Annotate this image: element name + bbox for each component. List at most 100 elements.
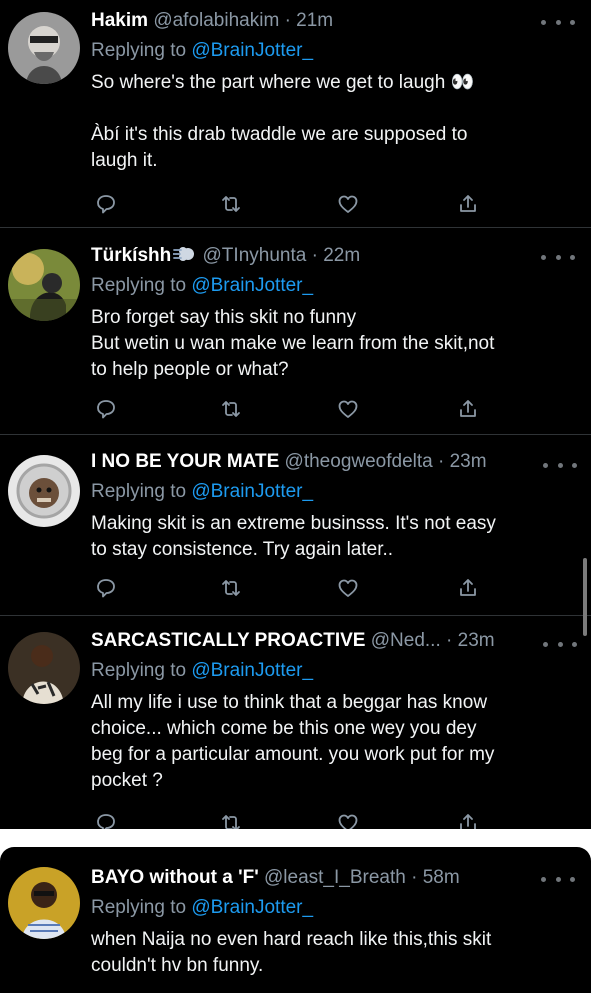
tweet-line: But wetin u wan make we learn from the s…: [91, 333, 495, 354]
replying-to: Replying to @BrainJotter_: [91, 477, 541, 507]
heart-icon[interactable]: [333, 189, 363, 219]
avatar[interactable]: [8, 12, 80, 84]
tweet-line: beg for a particular amount. you work pu…: [91, 744, 495, 765]
user-handle[interactable]: @TInyhunta: [203, 245, 307, 266]
timestamp[interactable]: 21m: [296, 10, 333, 31]
retweet-icon[interactable]: [216, 808, 246, 829]
display-name[interactable]: SARCASTICALLY PROACTIVE: [91, 630, 365, 651]
tweet-line: when Naija no even hard reach like this,…: [91, 929, 492, 950]
heart-icon[interactable]: [333, 394, 363, 424]
tweet-header: Hakim @afolabihakim · 21m: [91, 6, 541, 36]
tweet-content: Hakim @afolabihakim · 21m Replying to @B…: [91, 6, 541, 174]
replying-prefix: Replying to: [91, 275, 192, 296]
replying-prefix: Replying to: [91, 40, 192, 61]
share-icon[interactable]: [453, 394, 483, 424]
tweet-actions: [91, 189, 481, 219]
replying-to: Replying to @BrainJotter_: [91, 271, 541, 301]
display-name[interactable]: Hakim: [91, 10, 148, 31]
replies-panel-continued: BAYO without a 'F' @least_I_Breath · 58m…: [0, 847, 591, 993]
reply-icon[interactable]: [91, 573, 121, 603]
tweet-content: Türkíshh @TInyhunta · 22m Replying to @B…: [91, 241, 541, 383]
tweet-line: to stay consistence. Try again later..: [91, 539, 394, 560]
user-handle[interactable]: @theogweofdelta: [285, 451, 433, 472]
replies-panel: Hakim @afolabihakim · 21m Replying to @B…: [0, 0, 591, 829]
tweet-card[interactable]: Türkíshh @TInyhunta · 22m Replying to @B…: [0, 228, 591, 434]
more-icon[interactable]: [543, 453, 577, 477]
more-icon[interactable]: [541, 867, 575, 891]
display-name[interactable]: I NO BE YOUR MATE: [91, 451, 279, 472]
tweet-header: Türkíshh @TInyhunta · 22m: [91, 241, 541, 271]
reply-icon[interactable]: [91, 808, 121, 829]
tweet-card[interactable]: SARCASTICALLY PROACTIVE @Ned... · 23m Re…: [0, 616, 591, 829]
more-icon[interactable]: [541, 10, 575, 34]
tweet-line: All my life i use to think that a beggar…: [91, 692, 488, 713]
retweet-icon[interactable]: [216, 394, 246, 424]
tweet-header: BAYO without a 'F' @least_I_Breath · 58m: [91, 863, 541, 893]
tweet-card[interactable]: I NO BE YOUR MATE @theogweofdelta · 23m …: [0, 435, 591, 615]
mention-link[interactable]: @BrainJotter_: [191, 660, 313, 681]
avatar[interactable]: [8, 867, 80, 939]
tweet-actions: [91, 808, 481, 829]
replying-prefix: Replying to: [91, 481, 192, 502]
timestamp[interactable]: 23m: [450, 451, 487, 472]
avatar[interactable]: [8, 455, 80, 527]
tweet-line: Bro forget say this skit no funny: [91, 307, 357, 328]
tweet-line: to help people or what?: [91, 359, 289, 380]
separator: ·: [311, 245, 318, 266]
tweet-header: SARCASTICALLY PROACTIVE @Ned... · 23m: [91, 626, 541, 656]
heart-icon[interactable]: [333, 573, 363, 603]
user-handle[interactable]: @afolabihakim: [153, 10, 279, 31]
replying-to: Replying to @BrainJotter_: [91, 36, 541, 66]
mention-link[interactable]: @BrainJotter_: [191, 275, 313, 296]
display-name[interactable]: Türkíshh: [91, 245, 171, 266]
separator: ·: [446, 630, 453, 651]
tweet-text: Making skit is an extreme businsss. It's…: [91, 511, 541, 563]
replying-prefix: Replying to: [91, 897, 192, 918]
timestamp[interactable]: 22m: [323, 245, 360, 266]
more-icon[interactable]: [541, 245, 575, 269]
tweet-line: choice... which come be this one wey you…: [91, 718, 477, 739]
tweet-actions: [91, 394, 481, 424]
avatar[interactable]: [8, 249, 80, 321]
share-icon[interactable]: [453, 573, 483, 603]
user-handle[interactable]: @Ned...: [371, 630, 441, 651]
tweet-line: laugh it.: [91, 150, 158, 171]
avatar[interactable]: [8, 632, 80, 704]
tweet-line: pocket ?: [91, 770, 163, 791]
display-name[interactable]: BAYO without a 'F': [91, 867, 259, 888]
retweet-icon[interactable]: [216, 189, 246, 219]
reply-icon[interactable]: [91, 189, 121, 219]
heart-icon[interactable]: [333, 808, 363, 829]
replying-to: Replying to @BrainJotter_: [91, 656, 541, 686]
timestamp[interactable]: 58m: [423, 867, 460, 888]
separator: ·: [411, 867, 418, 888]
more-icon[interactable]: [543, 632, 577, 656]
tweet-text: All my life i use to think that a beggar…: [91, 690, 541, 794]
replying-prefix: Replying to: [91, 660, 192, 681]
scrollbar[interactable]: [583, 558, 587, 636]
share-icon[interactable]: [453, 189, 483, 219]
tweet-text: when Naija no even hard reach like this,…: [91, 927, 541, 979]
tweet-line: So where's the part where we get to laug…: [91, 72, 475, 93]
separator: ·: [284, 10, 291, 31]
user-handle[interactable]: @least_I_Breath: [264, 867, 406, 888]
separator: ·: [438, 451, 445, 472]
mention-link[interactable]: @BrainJotter_: [191, 481, 313, 502]
tweet-line: Àbí it's this drab twaddle we are suppos…: [91, 124, 468, 145]
replying-to: Replying to @BrainJotter_: [91, 893, 541, 923]
mention-link[interactable]: @BrainJotter_: [191, 40, 313, 61]
dash-emoji-icon: [172, 244, 195, 274]
tweet-line: couldn't hv bn funny.: [91, 955, 264, 976]
mention-link[interactable]: @BrainJotter_: [191, 897, 313, 918]
tweet-line: [91, 96, 541, 122]
share-icon[interactable]: [453, 808, 483, 829]
tweet-header: I NO BE YOUR MATE @theogweofdelta · 23m: [91, 447, 541, 477]
tweet-card[interactable]: Hakim @afolabihakim · 21m Replying to @B…: [0, 0, 591, 227]
tweet-text: So where's the part where we get to laug…: [91, 70, 541, 174]
tweet-content: BAYO without a 'F' @least_I_Breath · 58m…: [91, 863, 541, 979]
retweet-icon[interactable]: [216, 573, 246, 603]
tweet-card[interactable]: BAYO without a 'F' @least_I_Breath · 58m…: [0, 847, 591, 993]
timestamp[interactable]: 23m: [458, 630, 495, 651]
reply-icon[interactable]: [91, 394, 121, 424]
tweet-content: I NO BE YOUR MATE @theogweofdelta · 23m …: [91, 447, 541, 563]
